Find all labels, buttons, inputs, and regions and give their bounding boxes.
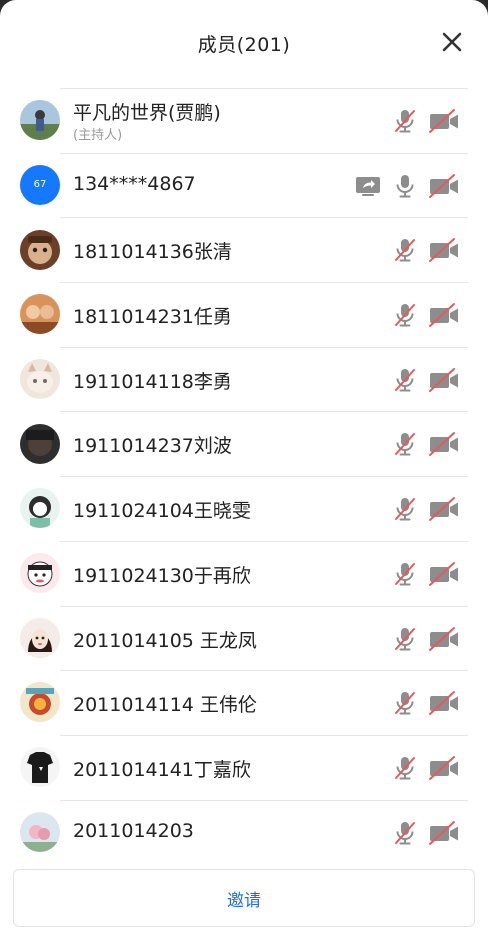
screen-share-icon[interactable] <box>355 173 381 199</box>
host-role-label: (主持人) <box>73 128 123 143</box>
mic-muted-icon[interactable] <box>393 108 417 134</box>
member-row[interactable]: 1911024130于再欣 <box>0 540 488 606</box>
member-name: 1811014136张清 <box>73 241 232 264</box>
camera-off-icon[interactable] <box>428 237 460 263</box>
mic-muted-icon[interactable] <box>393 237 417 263</box>
member-name: 1911024130于再欣 <box>73 564 251 587</box>
member-row[interactable]: 1811014136张清 <box>0 217 488 282</box>
member-row[interactable]: 平凡的世界(贾鹏) (主持人) <box>0 88 488 153</box>
member-row[interactable]: 1811014231任勇 <box>0 282 488 347</box>
camera-off-icon[interactable] <box>428 755 460 781</box>
mic-muted-icon[interactable] <box>393 820 417 846</box>
close-icon[interactable] <box>440 30 464 54</box>
row-divider <box>60 88 468 89</box>
invite-button[interactable]: 邀请 <box>13 869 475 927</box>
camera-off-icon[interactable] <box>428 690 460 716</box>
camera-off-icon[interactable] <box>428 561 460 587</box>
mic-muted-icon[interactable] <box>393 561 417 587</box>
row-divider <box>60 799 468 801</box>
page-title: 成员(201) <box>197 34 291 56</box>
member-name: 1911024104王晓雯 <box>73 500 251 523</box>
member-row[interactable]: 2011014114 王伟伦 <box>0 670 488 735</box>
avatar <box>20 229 60 270</box>
row-divider <box>60 670 468 672</box>
mic-muted-icon[interactable] <box>393 755 417 781</box>
camera-off-icon[interactable] <box>428 820 460 846</box>
member-name: 2011014105 王龙凤 <box>73 629 257 652</box>
row-divider <box>60 411 468 413</box>
row-divider <box>60 476 468 478</box>
row-divider <box>60 282 468 284</box>
member-name: 2011014203 <box>73 819 194 842</box>
members-sheet: 成员(201) 平凡的世界(贾鹏) (主持人) 67 134****4867 18110… <box>0 0 488 938</box>
camera-off-icon[interactable] <box>428 626 460 652</box>
member-name: 2011014141丁嘉欣 <box>73 758 251 781</box>
row-divider <box>60 605 468 607</box>
member-row[interactable]: 1911014237刘波 <box>0 411 488 476</box>
camera-off-icon[interactable] <box>428 496 460 522</box>
avatar <box>20 100 60 141</box>
member-list: 平凡的世界(贾鹏) (主持人) 67 134****4867 1811014136张清 1… <box>0 88 488 864</box>
member-name: 1911014118李勇 <box>73 370 232 393</box>
member-name: 134****4867 <box>73 172 196 195</box>
member-name: 1811014231任勇 <box>73 306 232 329</box>
mic-muted-icon[interactable] <box>393 626 417 652</box>
member-row[interactable]: 2011014141丁嘉欣 <box>0 734 488 800</box>
mic-muted-icon[interactable] <box>393 431 417 457</box>
row-divider <box>60 152 468 154</box>
mic-muted-icon[interactable] <box>393 690 417 716</box>
avatar <box>20 359 60 400</box>
row-divider <box>60 346 468 348</box>
camera-off-icon[interactable] <box>428 302 460 328</box>
avatar <box>20 811 60 852</box>
member-row[interactable]: 1911014118李勇 <box>0 346 488 412</box>
row-divider <box>60 734 468 736</box>
sheet-header: 成员(201) <box>0 0 488 88</box>
avatar <box>20 423 60 464</box>
member-row[interactable]: 67 134****4867 <box>0 152 488 218</box>
avatar <box>20 294 60 335</box>
camera-off-icon[interactable] <box>428 108 460 134</box>
avatar <box>20 747 60 788</box>
member-name: 2011014114 王伟伦 <box>73 694 257 717</box>
mic-icon[interactable] <box>393 173 417 199</box>
avatar <box>20 488 60 529</box>
camera-off-icon[interactable] <box>428 431 460 457</box>
avatar-initials: 67 <box>33 179 47 191</box>
mic-muted-icon[interactable] <box>393 302 417 328</box>
avatar <box>20 553 60 594</box>
avatar: 67 <box>20 164 60 205</box>
row-divider <box>60 540 468 542</box>
row-divider <box>60 217 468 219</box>
camera-off-icon[interactable] <box>428 367 460 393</box>
camera-off-icon[interactable] <box>428 173 460 199</box>
member-row[interactable]: 2011014105 王龙凤 <box>0 605 488 671</box>
avatar <box>20 617 60 658</box>
member-row[interactable]: 2011014203 <box>0 799 488 865</box>
member-row[interactable]: 1911024104王晓雯 <box>0 476 488 541</box>
mic-muted-icon[interactable] <box>393 367 417 393</box>
member-name: 1911014237刘波 <box>73 435 232 458</box>
member-name: 平凡的世界(贾鹏) <box>73 102 221 124</box>
avatar <box>20 682 60 723</box>
mic-muted-icon[interactable] <box>393 496 417 522</box>
